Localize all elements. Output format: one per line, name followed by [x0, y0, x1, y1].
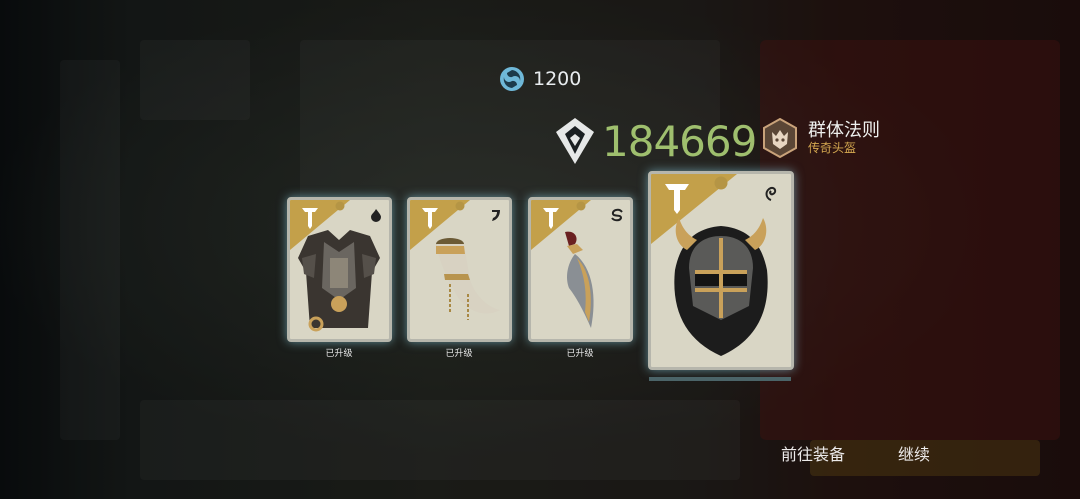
- swirl-currency-icon: [500, 67, 524, 91]
- drinking-horn-art: [436, 238, 500, 320]
- set-name: 群体法则: [808, 120, 880, 141]
- item-card-horn[interactable]: [407, 197, 512, 342]
- gem-slot-icon: [335, 201, 345, 211]
- currency-value: 1200: [533, 68, 582, 90]
- spiral-icon: [765, 186, 777, 201]
- item-card-blade[interactable]: [528, 197, 633, 342]
- set-info: 群体法则 传奇头盔: [762, 118, 880, 158]
- curved-blade-art: [565, 231, 594, 328]
- currency-display: 1200: [499, 66, 581, 92]
- set-rarity: 传奇头盔: [808, 141, 857, 155]
- power-display: 184669: [554, 116, 757, 166]
- item-card-helmet[interactable]: [648, 171, 794, 370]
- gem-slot-icon: [576, 201, 586, 211]
- flame-icon: [371, 209, 381, 222]
- wolf-skull-badge-icon: [763, 118, 797, 158]
- swirl-s-icon: [611, 208, 623, 222]
- horned-helmet-art: [674, 218, 768, 356]
- gem-slot-icon: [714, 176, 728, 190]
- continue-button[interactable]: 继续: [898, 441, 930, 465]
- card-status-label: 已升级: [325, 349, 353, 359]
- go-equip-button[interactable]: 前往装备: [781, 441, 845, 465]
- power-value: 184669: [602, 116, 757, 166]
- card-status-label: 已升级: [566, 349, 594, 359]
- item-card-armor[interactable]: [287, 197, 392, 342]
- power-gem-icon: [556, 118, 594, 164]
- armor-chest-art: [298, 230, 380, 332]
- selected-card-underline: [649, 377, 791, 381]
- gem-slot-icon: [455, 201, 465, 211]
- card-status-label: 已升级: [445, 349, 473, 359]
- hook-icon: [492, 210, 500, 221]
